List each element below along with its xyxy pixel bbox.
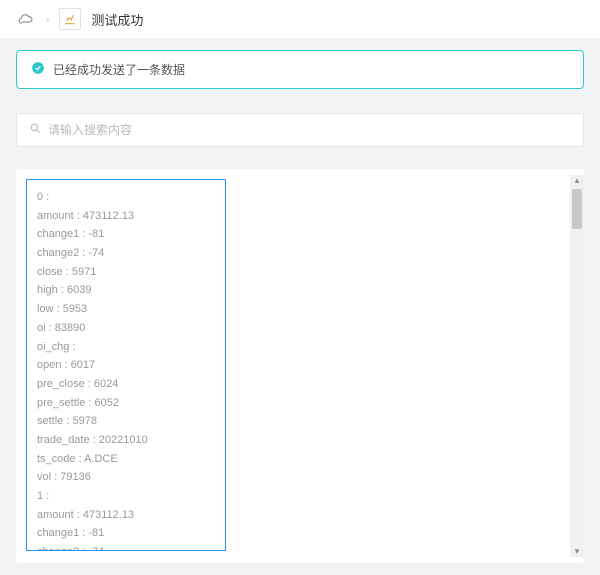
scroll-up-icon[interactable]: ▴	[575, 175, 580, 186]
record-index: 1 :	[37, 487, 215, 506]
page-title: 测试成功	[91, 10, 143, 29]
data-field: change2 : -74	[37, 543, 215, 551]
data-field: amount : 473112.13	[37, 207, 215, 226]
data-field: change1 : -81	[37, 524, 215, 543]
data-field: change2 : -74	[37, 244, 215, 263]
success-message: 已经成功发送了一条数据	[53, 61, 185, 78]
data-field: pre_close : 6024	[37, 375, 215, 394]
data-field: low : 5953	[37, 300, 215, 319]
result-panel: 0 :amount : 473112.13change1 : -81change…	[16, 169, 584, 563]
data-output-box[interactable]: 0 :amount : 473112.13change1 : -81change…	[26, 179, 226, 551]
breadcrumb: › 测试成功	[0, 0, 600, 38]
data-field: trade_date : 20221010	[37, 431, 215, 450]
data-field: open : 6017	[37, 356, 215, 375]
data-field: ts_code : A.DCE	[37, 450, 215, 469]
scroll-thumb[interactable]	[572, 189, 582, 229]
data-field: amount : 473112.13	[37, 506, 215, 525]
data-field: oi : 83890	[37, 319, 215, 338]
scrollbar[interactable]: ▴ ▾	[570, 175, 584, 557]
data-field: vol : 79136	[37, 468, 215, 487]
data-field: high : 6039	[37, 281, 215, 300]
data-field: close : 5971	[37, 263, 215, 282]
search-bar[interactable]	[16, 113, 584, 147]
record-index: 0 :	[37, 188, 215, 207]
data-field: oi_chg :	[37, 338, 215, 357]
success-banner: 已经成功发送了一条数据	[16, 50, 584, 89]
data-field: settle : 5978	[37, 412, 215, 431]
chart-icon[interactable]	[59, 8, 81, 30]
search-icon	[29, 122, 42, 138]
data-field: change1 : -81	[37, 225, 215, 244]
data-field: pre_settle : 6052	[37, 394, 215, 413]
scroll-down-icon[interactable]: ▾	[575, 546, 580, 557]
search-input[interactable]	[48, 123, 571, 137]
cloud-icon[interactable]	[16, 10, 36, 29]
check-circle-icon	[31, 61, 45, 78]
chevron-right-icon: ›	[46, 14, 49, 25]
